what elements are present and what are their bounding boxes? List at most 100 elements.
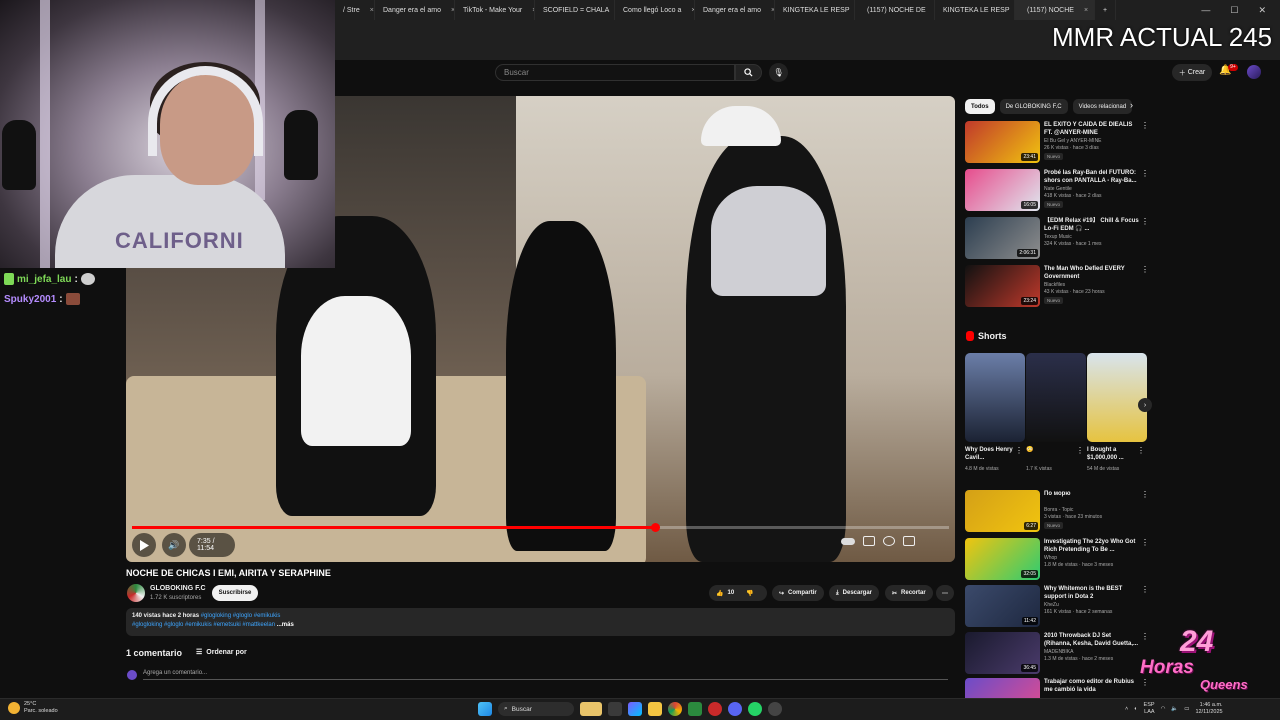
video-thumbnail[interactable]: 6:27 — [965, 490, 1040, 532]
recommended-video[interactable]: 23:41 EL ÉXITO Y CAÍDA DE DIEALIS FT. @AN… — [965, 121, 1150, 165]
recommended-video[interactable]: 36:45 2010 Throwback DJ Set (Rihanna, Kes… — [965, 632, 1150, 676]
browser-tab[interactable]: KINGTEKA LE RESP× — [775, 0, 855, 20]
clip-button[interactable]: ✂ Recortar — [885, 585, 933, 601]
maximize-icon[interactable]: ☐ — [1230, 5, 1238, 16]
short-thumbnail[interactable] — [965, 353, 1025, 442]
browser-tab[interactable]: KINGTEKA LE RESP× — [935, 0, 1015, 20]
description-more-link[interactable]: ...más — [277, 622, 294, 628]
close-window-icon[interactable]: ✕ — [1258, 5, 1266, 16]
recommended-video[interactable]: 11:42 Why Whitemon is the BEST support in… — [965, 585, 1150, 629]
whatsapp-icon[interactable] — [748, 702, 762, 716]
battery-icon[interactable]: ▭ — [1184, 706, 1189, 712]
search-input[interactable]: Buscar — [495, 64, 735, 81]
sort-comments-button[interactable]: ☰ Ordenar por — [196, 648, 247, 657]
close-tab-icon[interactable]: × — [370, 7, 374, 14]
more-vertical-icon[interactable]: ⋮ — [1141, 538, 1149, 547]
subtitles-icon[interactable] — [863, 536, 875, 546]
minimize-icon[interactable]: — — [1201, 5, 1210, 16]
more-vertical-icon[interactable]: ⋮ — [1141, 169, 1149, 178]
more-vertical-icon[interactable]: ⋮ — [1141, 585, 1149, 594]
tray-app-icon[interactable]: ◐ — [1134, 706, 1137, 712]
video-thumbnail[interactable]: 32:05 — [965, 538, 1040, 580]
more-vertical-icon[interactable]: ⋮ — [1076, 446, 1084, 455]
browser-tab[interactable]: (1157) NOCHE × — [1015, 0, 1095, 20]
more-vertical-icon[interactable]: ⋮ — [1141, 217, 1149, 226]
short-title[interactable]: I Bought a $1,000,000 ... — [1087, 446, 1137, 462]
more-vertical-icon[interactable]: ⋮ — [1015, 446, 1023, 455]
video-thumbnail[interactable]: 23:24 — [965, 265, 1040, 307]
settings-gear-icon[interactable] — [883, 536, 895, 546]
description-tags-2[interactable]: #glogloking #gloglo #emikukis #emetsuki … — [132, 622, 275, 628]
volume-button[interactable]: 🔊 — [162, 533, 186, 557]
wifi-icon[interactable]: ◠ — [1161, 706, 1166, 712]
folder-icon[interactable] — [648, 702, 662, 716]
task-view-icon[interactable] — [580, 702, 602, 716]
create-button[interactable]: ＋ Crear — [1172, 64, 1212, 81]
video-thumbnail[interactable]: 36:45 — [965, 632, 1040, 674]
short-thumbnail[interactable] — [1087, 353, 1147, 442]
channel-avatar[interactable] — [127, 584, 145, 602]
short-title[interactable]: 😳 — [1026, 446, 1076, 454]
browser-tab[interactable]: TikTok - Make Your× — [455, 0, 535, 20]
autoplay-toggle-icon[interactable] — [841, 537, 855, 545]
subscribe-button[interactable]: Suscribirse — [212, 585, 258, 601]
browser-tab[interactable]: Danger era el amo × — [695, 0, 775, 20]
taskbar-search[interactable]: ⌕ Buscar — [498, 702, 574, 716]
more-vertical-icon[interactable]: ⋮ — [1141, 265, 1149, 274]
windows-start-icon[interactable] — [478, 702, 492, 716]
share-button[interactable]: ↪ Compartir — [772, 585, 824, 601]
video-progress-bar[interactable] — [132, 523, 949, 532]
filter-chip[interactable]: De GLOBOKING F.C — [999, 99, 1068, 114]
video-thumbnail[interactable]: 16:05 — [965, 169, 1040, 211]
voice-search-button[interactable]: 🎙 — [769, 63, 788, 82]
recommended-video[interactable]: 2:06:31 【EDM Relax #19】 Chill & Focus Lo-… — [965, 217, 1150, 261]
shorts-next-button[interactable]: › — [1138, 398, 1152, 412]
dislike-icon[interactable]: 👎 — [746, 590, 753, 597]
recommended-video[interactable]: 32:05 Investigating The 22yo Who Got Rich… — [965, 538, 1150, 582]
app-icon-1[interactable] — [688, 702, 702, 716]
video-thumbnail[interactable]: 23:41 — [965, 121, 1040, 163]
chips-next-icon[interactable]: › — [1130, 100, 1133, 110]
speaker-icon[interactable]: 🔈 — [1171, 706, 1178, 712]
more-vertical-icon[interactable]: ⋮ — [1137, 446, 1145, 455]
copilot-icon[interactable] — [628, 702, 642, 716]
channel-name[interactable]: GLOBOKING F.C — [150, 585, 206, 592]
tray-chevron-icon[interactable]: ˄ — [1125, 706, 1128, 712]
miniplayer-icon[interactable] — [903, 536, 915, 546]
add-comment-input[interactable]: Agrega un comentario... — [143, 670, 948, 680]
filter-chip[interactable]: Todos — [965, 99, 995, 114]
app-icon-2[interactable] — [708, 702, 722, 716]
browser-tab[interactable]: Danger era el amo × — [375, 0, 455, 20]
browser-tab[interactable]: / Stre × — [335, 0, 375, 20]
video-thumbnail[interactable]: 2:06:31 — [965, 217, 1040, 259]
browser-tab[interactable]: SCOFIELD = CHALA× — [535, 0, 615, 20]
more-actions-button[interactable]: ⋯ — [936, 585, 954, 601]
video-thumbnail[interactable]: 11:42 — [965, 585, 1040, 627]
description-tags-1[interactable]: #glogloking #gloglo #emikukis — [201, 613, 281, 619]
language-indicator[interactable]: ESP LAA — [1144, 702, 1155, 716]
video-progress-scrubber[interactable] — [650, 523, 660, 532]
recommended-video[interactable]: 16:05 Probé las Ray-Ban del FUTURO: shors… — [965, 169, 1150, 213]
close-tab-icon[interactable]: × — [1084, 7, 1088, 14]
download-button[interactable]: ⤓ Descargar — [829, 585, 880, 601]
recommended-video[interactable]: 6:27 По морю Воnra - Topic 3 vistas · hace … — [965, 490, 1150, 534]
play-button[interactable] — [132, 533, 156, 557]
description-box[interactable]: 140 vistas hace 2 horas #glogloking #glo… — [126, 608, 955, 636]
more-vertical-icon[interactable]: ⋮ — [1141, 490, 1149, 499]
short-thumbnail[interactable] — [1026, 353, 1086, 442]
app-icon-3[interactable] — [768, 702, 782, 716]
browser-tab[interactable]: (1157) NOCHE DE× — [855, 0, 935, 20]
short-title[interactable]: Why Does Henry Cavil... — [965, 446, 1015, 462]
discord-icon[interactable] — [728, 702, 742, 716]
file-explorer-icon[interactable] — [608, 702, 622, 716]
filter-chip[interactable]: Videos relacionad — [1072, 99, 1133, 114]
browser-tab[interactable]: Como llegó Loco a× — [615, 0, 695, 20]
clock[interactable]: 1:46 a.m. 12/11/2025 — [1195, 702, 1222, 716]
like-icon[interactable]: 👍 — [716, 590, 723, 597]
more-vertical-icon[interactable]: ⋮ — [1141, 121, 1149, 130]
search-button[interactable] — [735, 64, 762, 81]
new-tab-icon[interactable]: + — [1095, 0, 1117, 20]
account-avatar[interactable] — [1247, 65, 1261, 79]
recommended-video[interactable]: 23:24 The Man Who Defied EVERY Government… — [965, 265, 1150, 309]
chrome-icon[interactable] — [668, 702, 682, 716]
